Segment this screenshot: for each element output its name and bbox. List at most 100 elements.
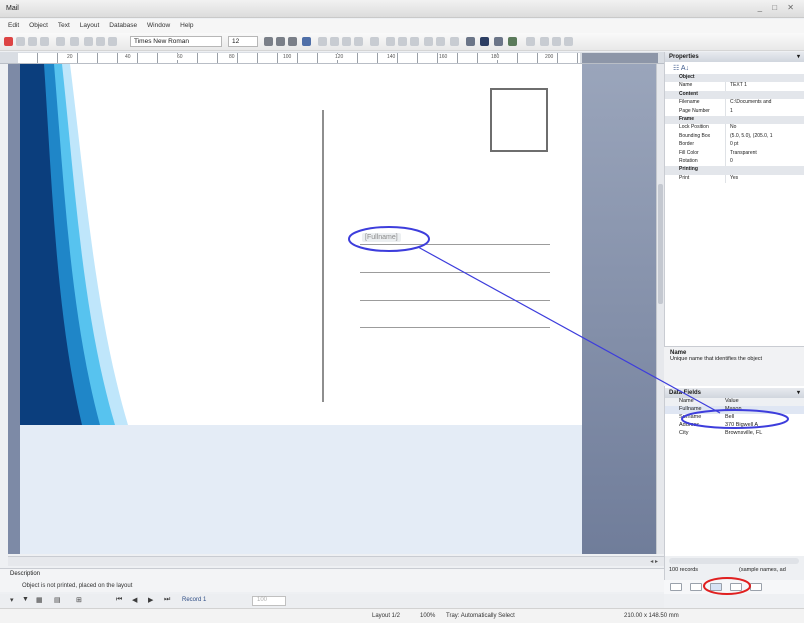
page-count-field[interactable]: 100	[252, 596, 286, 606]
categorized-icon[interactable]: ☷	[673, 65, 679, 72]
panel-button-first[interactable]	[670, 583, 682, 591]
print-icon[interactable]	[526, 37, 535, 46]
window-controls[interactable]: _ □ ✕	[758, 3, 798, 12]
column-value: Value	[725, 398, 739, 404]
distribute-icon[interactable]	[410, 37, 419, 46]
menu-bar: Edit Object Text Layout Database Window …	[0, 19, 804, 33]
menu-object[interactable]: Object	[29, 22, 48, 29]
italic-icon[interactable]	[276, 37, 285, 46]
cut-icon[interactable]	[84, 37, 93, 46]
prev-record-icon[interactable]: ◀	[132, 596, 137, 604]
fullname-field[interactable]: [Fullname]	[362, 233, 401, 242]
horizontal-ruler: 20 40 60 80 100 120 140 160 180 200	[0, 52, 664, 64]
zoom-icon[interactable]	[466, 37, 475, 46]
undo-icon[interactable]	[56, 37, 65, 46]
property-value[interactable]: TEXT 1	[725, 82, 804, 91]
property-row: Fill Color Transparent	[665, 149, 804, 158]
print-preview-icon[interactable]	[540, 37, 549, 46]
property-value[interactable]: 1	[725, 107, 804, 116]
copy-icon[interactable]	[96, 37, 105, 46]
panel-button[interactable]	[750, 583, 762, 591]
align-left-icon[interactable]	[318, 37, 327, 46]
menu-edit[interactable]: Edit	[8, 22, 19, 29]
property-value[interactable]: No	[725, 124, 804, 133]
align-right-icon[interactable]	[342, 37, 351, 46]
property-key: Bounding Box	[679, 132, 711, 139]
close-doc-icon[interactable]	[4, 37, 13, 46]
scroll-thumb[interactable]	[658, 184, 663, 304]
open-icon[interactable]	[28, 37, 37, 46]
data-button[interactable]	[710, 583, 722, 591]
data-field-row[interactable]: Surname Bell	[665, 414, 804, 422]
bold-icon[interactable]	[264, 37, 273, 46]
help-icon[interactable]	[564, 37, 573, 46]
pin-icon[interactable]: ▾	[797, 389, 800, 396]
panel-button[interactable]	[730, 583, 742, 591]
property-value[interactable]: 0 pt	[725, 141, 804, 150]
address-line	[360, 272, 550, 273]
stamp-box[interactable]	[490, 88, 548, 152]
indent-icon[interactable]	[370, 37, 379, 46]
font-size-select[interactable]: 12	[228, 36, 258, 47]
property-value[interactable]: Transparent	[725, 149, 804, 158]
menu-layout[interactable]: Layout	[80, 22, 100, 29]
merge-icon[interactable]	[552, 37, 561, 46]
page-outside-area	[582, 64, 656, 554]
property-value[interactable]: C:\Documents and	[725, 99, 804, 108]
nav-menu-icon[interactable]: ▾	[10, 596, 14, 604]
alphabetical-icon[interactable]: A↓	[681, 65, 689, 72]
record-number: Record 1	[182, 597, 207, 603]
next-record-icon[interactable]: ▶	[148, 596, 153, 604]
property-section[interactable]: Content	[665, 90, 804, 100]
scroll-arrows-icon[interactable]: ◂ ▸	[650, 558, 658, 565]
menu-text[interactable]: Text	[58, 22, 70, 29]
query-icon[interactable]: ⊞	[76, 596, 82, 604]
data-field-name: City	[679, 430, 689, 436]
property-key: Border	[679, 141, 695, 148]
grid-icon[interactable]: ▤	[54, 596, 61, 604]
data-field-name: Fullname	[679, 406, 702, 412]
last-record-icon[interactable]: ⏭	[164, 596, 170, 604]
ungroup-icon[interactable]	[436, 37, 445, 46]
group-icon[interactable]	[424, 37, 433, 46]
property-value[interactable]: (5.0, 5.0), (205.0, 1	[725, 132, 804, 142]
postcard-page[interactable]: [Fullname]	[20, 64, 582, 554]
canvas-horizontal-scrollbar[interactable]: ◂ ▸	[8, 556, 664, 566]
align-center-icon[interactable]	[330, 37, 339, 46]
menu-window[interactable]: Window	[147, 22, 170, 29]
save-icon[interactable]	[40, 37, 49, 46]
align-objects-icon[interactable]	[398, 37, 407, 46]
property-section[interactable]: Printing	[665, 166, 804, 175]
menu-database[interactable]: Database	[109, 22, 137, 29]
text-color-icon[interactable]	[302, 37, 311, 46]
data-field-row[interactable]: Address 370 Bigwell A	[665, 422, 804, 430]
panel-button[interactable]	[690, 583, 702, 591]
rotate-icon[interactable]	[450, 37, 459, 46]
property-section[interactable]: Frame	[665, 115, 804, 125]
filter-icon[interactable]: ▼	[22, 596, 29, 603]
property-section[interactable]: Object	[665, 74, 804, 83]
wave-decoration	[20, 64, 128, 425]
new-icon[interactable]	[16, 37, 25, 46]
table-icon[interactable]: ▦	[36, 596, 43, 604]
chart-icon[interactable]	[508, 37, 517, 46]
horizontal-scrollbar[interactable]	[669, 558, 799, 564]
window-title: Mail	[6, 5, 19, 12]
menu-help[interactable]: Help	[180, 22, 193, 29]
redo-icon[interactable]	[70, 37, 79, 46]
data-field-row[interactable]: Fullname Mason	[665, 406, 804, 414]
property-value[interactable]: 0	[725, 157, 804, 167]
image-icon[interactable]	[480, 37, 489, 46]
underline-icon[interactable]	[288, 37, 297, 46]
barcode-icon[interactable]	[494, 37, 503, 46]
first-record-icon[interactable]: ⏮	[116, 596, 122, 604]
justify-icon[interactable]	[354, 37, 363, 46]
properties-panel: Properties ▾ ☷ A↓ Object Name TEXT 1 Conten…	[664, 52, 804, 388]
data-field-row[interactable]: City Brownsville, FL	[665, 430, 804, 438]
vertical-scrollbar[interactable]	[656, 64, 664, 554]
arrange-icon[interactable]	[386, 37, 395, 46]
font-family-select[interactable]: Times New Roman	[130, 36, 222, 47]
pin-icon[interactable]: ▾	[797, 53, 800, 60]
property-value[interactable]: Yes	[725, 174, 804, 184]
paste-icon[interactable]	[108, 37, 117, 46]
